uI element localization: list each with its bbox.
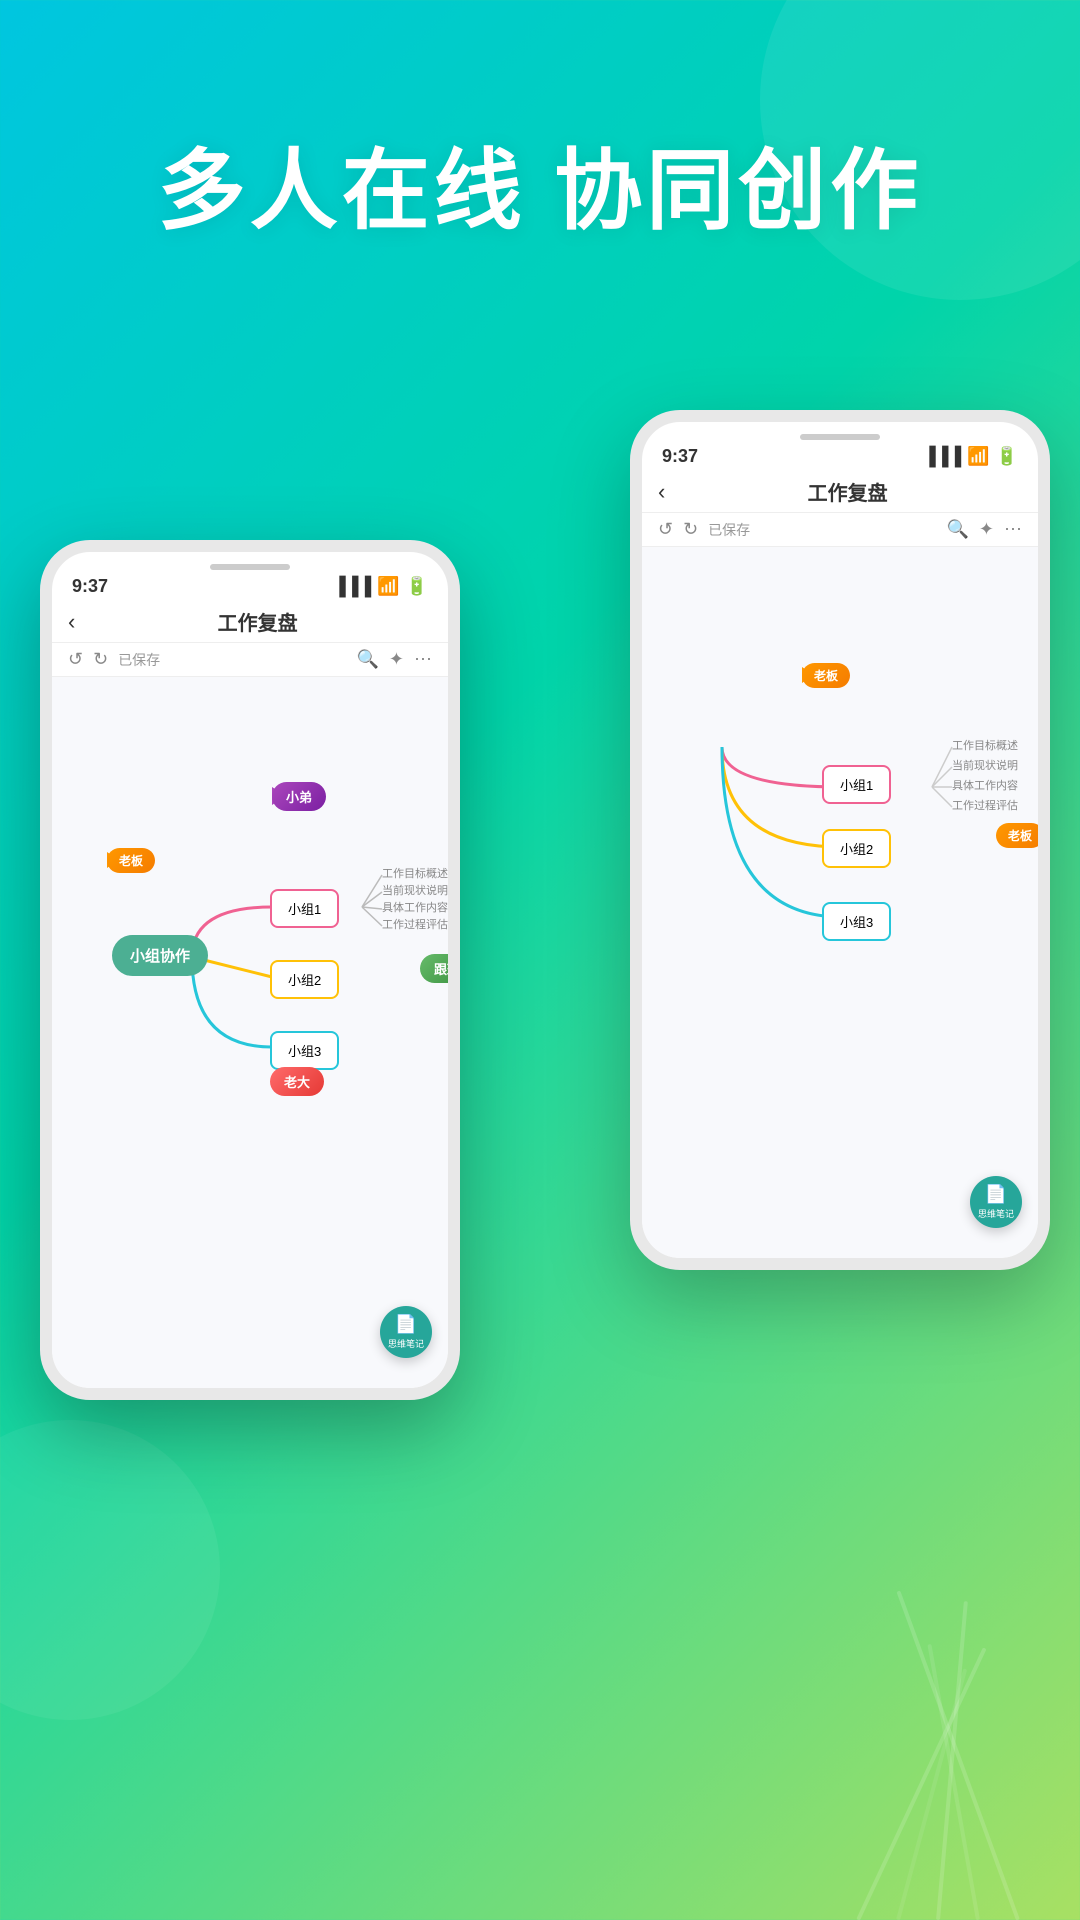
nav-bar-back: ‹ 工作复盘 [642, 471, 1038, 513]
hero-title: 多人在线 协同创作 [0, 120, 1080, 247]
battery-icon-back: 🔋 [996, 446, 1018, 467]
mindmap-canvas-back: 老板 小组1 工作目标概述 当前现状说明 具体工作内容 工作过程评估 老板 小组… [642, 547, 1038, 1258]
toolbar-back: ↺ ↻ 已保存 🔍 ✦ ⋯ [642, 513, 1038, 547]
search-icon-back[interactable]: 🔍 [946, 519, 968, 540]
group2-node-front: 小组2 [270, 960, 339, 999]
status-time-back: 9:37 [662, 446, 698, 467]
nav-title-back: 工作复盘 [673, 477, 1022, 506]
status-bar-front: 9:37 ▐▐▐ 📶 🔋 [52, 570, 448, 601]
branch3-front: 具体工作内容 [382, 899, 448, 915]
status-bar-back: 9:37 ▐▐▐ 📶 🔋 [642, 440, 1038, 471]
phone-back: 9:37 ▐▐▐ 📶 🔋 ‹ 工作复盘 ↺ ↻ 已保存 🔍 ✦ ⋯ [630, 410, 1050, 1270]
branch2-front: 当前现状说明 [382, 882, 448, 898]
note-fab-icon-back: 📄 [985, 1184, 1007, 1205]
group1-node-front: 小组1 [270, 889, 339, 928]
branch1-front: 工作目标概述 [382, 865, 448, 881]
center-node-front: 小组协作 [112, 935, 208, 976]
signal-icon-front: ▐▐▐ [333, 576, 371, 597]
saved-status-back: 已保存 [708, 520, 750, 540]
note-fab-icon-front: 📄 [395, 1314, 417, 1335]
redo-icon-front[interactable]: ↻ [93, 649, 108, 670]
branch2-back: 当前现状说明 [952, 757, 1018, 773]
undo-icon-front[interactable]: ↺ [68, 649, 83, 670]
tag-big-front: 老大 [270, 1067, 324, 1096]
branch1-back: 工作目标概述 [952, 737, 1018, 753]
undo-icon-back[interactable]: ↺ [658, 519, 673, 540]
branch3-back: 具体工作内容 [952, 777, 1018, 793]
group3-node-back: 小组3 [822, 902, 891, 941]
note-fab-label-front: 思维笔记 [388, 1337, 424, 1350]
toolbar-front: ↺ ↻ 已保存 🔍 ✦ ⋯ [52, 643, 448, 677]
phone-front: 9:37 ▐▐▐ 📶 🔋 ‹ 工作复盘 ↺ ↻ 已保存 🔍 ✦ ⋯ [40, 540, 460, 1400]
branch4-back: 工作过程评估 [952, 797, 1018, 813]
share-icon-front[interactable]: ✦ [389, 649, 404, 670]
more-icon-back[interactable]: ⋯ [1004, 519, 1022, 540]
phones-area: 9:37 ▐▐▐ 📶 🔋 ‹ 工作复盘 ↺ ↻ 已保存 🔍 ✦ ⋯ [0, 380, 1080, 1920]
tag-boss2-back: 老板 [996, 823, 1038, 848]
redo-icon-back[interactable]: ↻ [683, 519, 698, 540]
nav-title-front: 工作复盘 [83, 607, 432, 636]
more-icon-front[interactable]: ⋯ [414, 649, 432, 670]
group3-node-front: 小组3 [270, 1031, 339, 1070]
tag-little-bro-front: 小弟 [272, 782, 326, 811]
share-icon-back[interactable]: ✦ [979, 519, 994, 540]
group1-node-back: 小组1 [822, 765, 891, 804]
note-fab-label-back: 思维笔记 [978, 1207, 1014, 1220]
status-icons-front: ▐▐▐ 📶 🔋 [333, 576, 428, 597]
wifi-icon-front: 📶 [377, 576, 399, 597]
back-button-front[interactable]: ‹ [68, 609, 75, 635]
note-fab-back[interactable]: 📄 思维笔记 [970, 1176, 1022, 1228]
note-fab-front[interactable]: 📄 思维笔记 [380, 1306, 432, 1358]
search-icon-front[interactable]: 🔍 [356, 649, 378, 670]
status-icons-back: ▐▐▐ 📶 🔋 [923, 446, 1018, 467]
nav-bar-front: ‹ 工作复盘 [52, 601, 448, 643]
back-button-back[interactable]: ‹ [658, 479, 665, 505]
tag-boss-front: 老板 [107, 848, 155, 873]
curves-svg-front [52, 677, 448, 1388]
status-time-front: 9:37 [72, 576, 108, 597]
tag-follow-front: 跟班 [420, 954, 448, 983]
saved-status-front: 已保存 [118, 650, 160, 670]
signal-icon-back: ▐▐▐ [923, 446, 961, 467]
wifi-icon-back: 📶 [967, 446, 989, 467]
battery-icon-front: 🔋 [406, 576, 428, 597]
mindmap-canvas-front: 小弟 小组协作 老板 小组1 工作目标概述 当前现状说明 具体工作内容 工作过程… [52, 677, 448, 1388]
group2-node-back: 小组2 [822, 829, 891, 868]
branch4-front: 工作过程评估 [382, 916, 448, 932]
tag-boss-back: 老板 [802, 663, 850, 688]
